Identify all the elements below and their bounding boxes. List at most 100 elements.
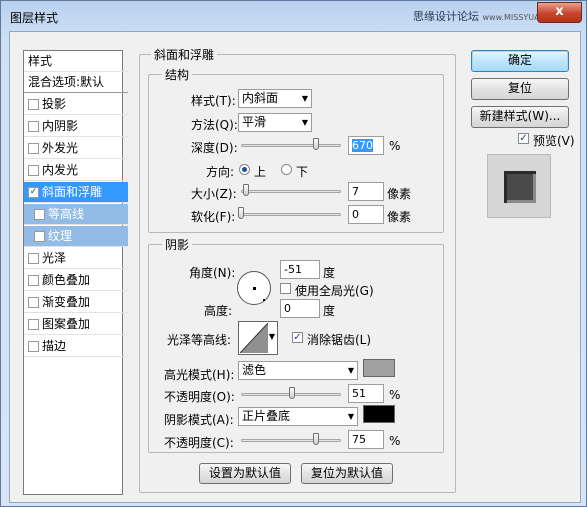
highlight-opacity-thumb[interactable] (289, 387, 295, 399)
angle-input[interactable]: -51 (280, 260, 320, 279)
style-item-checkbox[interactable] (28, 297, 39, 308)
style-item-label: 投影 (42, 97, 67, 111)
highlight-opacity-input[interactable]: 51 (348, 384, 384, 403)
style-item[interactable]: 内阴影 (24, 116, 128, 137)
style-item[interactable]: 纹理 (24, 226, 128, 247)
style-item-label: 光泽 (42, 251, 67, 265)
blend-options-label: 混合选项:默认 (28, 75, 105, 89)
style-item[interactable]: 渐变叠加 (24, 292, 128, 313)
ok-button[interactable]: 确定 (471, 50, 569, 72)
direction-down-radio[interactable] (281, 164, 292, 175)
style-item-checkbox[interactable] (28, 341, 39, 352)
reset-label: 复位 (507, 81, 532, 95)
soften-unit: 像素 (387, 210, 412, 224)
new-style-button[interactable]: 新建样式(W)... (471, 106, 569, 128)
style-item[interactable]: 内发光 (24, 160, 128, 181)
depth-label: 深度(D): (191, 141, 238, 155)
direction-up-radio[interactable] (239, 164, 250, 175)
preview-square (504, 171, 536, 203)
style-label: 样式(T): (191, 94, 236, 108)
style-item-checkbox[interactable] (28, 99, 39, 110)
highlight-opacity-unit: % (389, 388, 401, 402)
altitude-label: 高度: (204, 304, 233, 318)
shadow-opacity-label: 不透明度(C): (164, 436, 234, 450)
styles-list: 样式 混合选项:默认 投影内阴影外发光内发光 ✓ 斜面和浮雕 等高线 纹理光泽颜色叠加渐… (23, 50, 128, 495)
shadow-opacity-value: 75 (352, 433, 366, 446)
styles-header-label: 样式 (28, 54, 53, 68)
soften-slider-track[interactable] (241, 213, 341, 216)
depth-input[interactable]: 670 (348, 136, 384, 155)
preview-checkbox[interactable]: ✓ (518, 133, 529, 144)
shadow-mode-select[interactable]: 正片叠底 ▼ (238, 407, 358, 426)
antialias-label: 消除锯齿(L) (307, 333, 372, 347)
style-item[interactable]: ✓ 斜面和浮雕 (24, 182, 128, 203)
direction-down-label: 下 (296, 165, 309, 179)
style-item-checkbox[interactable] (28, 121, 39, 132)
gloss-contour-picker[interactable]: ▼ (238, 321, 278, 355)
shading-title: 阴影 (162, 236, 193, 253)
reset-button[interactable]: 复位 (471, 78, 569, 100)
style-item-checkbox[interactable] (28, 143, 39, 154)
style-item[interactable]: 等高线 (24, 204, 128, 225)
direction-label: 方向: (206, 165, 235, 179)
size-slider-track[interactable] (241, 190, 341, 193)
style-item[interactable]: 投影 (24, 94, 128, 115)
style-item-checkbox[interactable] (28, 275, 39, 286)
title-bar: 图层样式 思缘设计论坛 www.MISSYUAN.com x (1, 1, 587, 31)
shadow-opacity-thumb[interactable] (313, 433, 319, 445)
style-item[interactable]: 图案叠加 (24, 314, 128, 335)
highlight-color-swatch[interactable] (363, 359, 395, 377)
angle-label: 角度(N): (189, 266, 236, 280)
depth-slider-track[interactable] (241, 144, 341, 147)
new-style-label: 新建样式(W)... (479, 109, 561, 123)
size-slider-thumb[interactable] (243, 184, 249, 196)
global-light-checkbox[interactable] (280, 283, 291, 294)
style-item-label: 内阴影 (42, 119, 79, 133)
blend-options-item[interactable]: 混合选项:默认 (24, 72, 128, 93)
angle-dial[interactable] (237, 271, 271, 305)
style-item-checkbox[interactable] (28, 319, 39, 330)
shadow-opacity-input[interactable]: 75 (348, 430, 384, 449)
preview-label: 预览(V) (533, 134, 575, 148)
highlight-mode-select[interactable]: 滤色 ▼ (238, 361, 358, 380)
shadow-mode-value: 正片叠底 (242, 409, 291, 423)
styles-header[interactable]: 样式 (24, 51, 128, 72)
shadow-mode-label: 阴影模式(A): (164, 413, 234, 427)
shadow-color-swatch[interactable] (363, 405, 395, 423)
highlight-opacity-value: 51 (352, 387, 366, 400)
size-unit: 像素 (387, 187, 412, 201)
direction-up-label: 上 (254, 165, 267, 179)
antialias-checkbox[interactable]: ✓ (292, 332, 303, 343)
style-item-label: 颜色叠加 (42, 273, 91, 287)
soften-input-value: 0 (352, 208, 359, 221)
reset-default-button[interactable]: 复位为默认值 (301, 463, 393, 484)
highlight-mode-label: 高光模式(H): (164, 368, 235, 382)
size-input[interactable]: 7 (348, 182, 384, 201)
soften-label: 软化(F): (191, 210, 236, 224)
size-input-value: 7 (352, 185, 359, 198)
bevel-emboss-title: 斜面和浮雕 (151, 46, 218, 63)
style-item[interactable]: 光泽 (24, 248, 128, 269)
style-item-checkbox[interactable] (28, 165, 39, 176)
style-item-checkbox[interactable] (34, 209, 45, 220)
style-item[interactable]: 颜色叠加 (24, 270, 128, 291)
style-item-checkbox[interactable] (28, 253, 39, 264)
altitude-input[interactable]: 0 (280, 299, 320, 318)
style-item-label: 内发光 (42, 163, 79, 177)
technique-select[interactable]: 平滑 ▼ (238, 113, 312, 132)
style-item[interactable]: 外发光 (24, 138, 128, 159)
soften-slider-thumb[interactable] (238, 207, 244, 219)
shadow-opacity-track[interactable] (241, 439, 341, 442)
reset-default-label: 复位为默认值 (310, 466, 383, 480)
make-default-button[interactable]: 设置为默认值 (199, 463, 291, 484)
depth-input-value: 670 (352, 139, 373, 152)
style-item[interactable]: 描边 (24, 336, 128, 357)
contour-preview-icon (240, 323, 268, 353)
close-button[interactable]: x (537, 2, 582, 23)
structure-title: 结构 (162, 66, 193, 83)
depth-slider-thumb[interactable] (313, 138, 319, 150)
style-item-checkbox[interactable] (34, 231, 45, 242)
style-select[interactable]: 内斜面 ▼ (238, 89, 312, 108)
soften-input[interactable]: 0 (348, 205, 384, 224)
style-item-checkbox[interactable]: ✓ (28, 187, 39, 198)
